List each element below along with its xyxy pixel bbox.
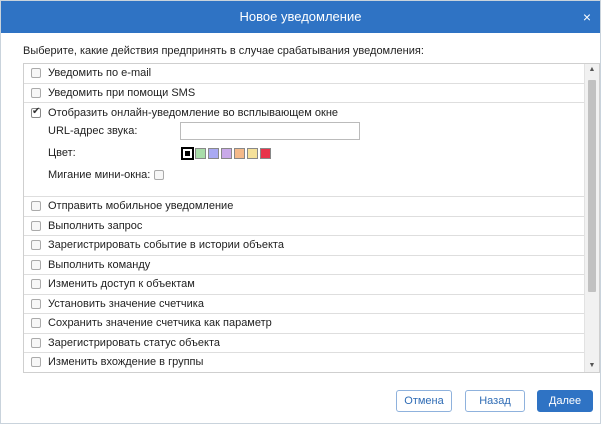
action-row-history[interactable]: Зарегистрировать событие в истории объек… (24, 236, 584, 256)
action-label: Выполнить запрос (48, 219, 143, 232)
action-row-save-counter[interactable]: Сохранить значение счетчика как параметр (24, 314, 584, 334)
action-label: Зарегистрировать событие в истории объек… (48, 239, 284, 252)
checkbox-popup[interactable] (31, 106, 41, 118)
action-label: Зарегистрировать статус объекта (48, 336, 221, 349)
scroll-down-icon[interactable]: ▼ (585, 360, 599, 372)
action-row-email[interactable]: Уведомить по e-mail (24, 64, 584, 84)
action-label: Уведомить по e-mail (48, 67, 152, 80)
checkbox-email[interactable] (31, 68, 41, 79)
dialog-title: Новое уведомление (239, 9, 362, 24)
back-button[interactable]: Назад (465, 390, 525, 412)
checkbox-set-counter[interactable] (31, 298, 41, 309)
sound-url-input[interactable] (180, 122, 360, 140)
actions-list[interactable]: Уведомить по e-mail Уведомить при помощи… (23, 63, 600, 373)
checkbox-access[interactable] (31, 279, 41, 290)
checkbox-blink[interactable] (154, 170, 165, 180)
scroll-thumb[interactable] (588, 80, 596, 292)
action-row-groups[interactable]: Изменить вхождение в группы (24, 353, 584, 372)
action-label: Изменить вхождение в группы (48, 356, 204, 369)
checkbox-command[interactable] (31, 259, 41, 270)
new-notification-dialog: Новое уведомление × Выберите, какие дейс… (0, 0, 601, 424)
action-row-access[interactable]: Изменить доступ к объектам (24, 275, 584, 295)
checkbox-groups[interactable] (31, 357, 41, 368)
checkbox-sms[interactable] (31, 87, 41, 98)
color-swatch[interactable] (221, 147, 232, 159)
sound-url-row: URL-адрес звука: (31, 120, 584, 142)
blink-label: Мигание мини-окна: (48, 169, 151, 181)
sound-url-label: URL-адрес звука: (48, 125, 138, 137)
color-swatch[interactable] (181, 146, 194, 160)
action-row-sms[interactable]: Уведомить при помощи SMS (24, 84, 584, 103)
blink-row: Мигание мини-окна: (31, 164, 584, 186)
action-row-mobile[interactable]: Отправить мобильное уведомление (24, 197, 584, 217)
actions-rows: Уведомить по e-mail Уведомить при помощи… (24, 64, 584, 372)
list-scrollbar[interactable]: ▲ ▼ (584, 64, 599, 372)
color-row: Цвет: (31, 142, 584, 164)
color-swatches (181, 146, 273, 160)
color-swatch[interactable] (208, 147, 219, 159)
action-row-status[interactable]: Зарегистрировать статус объекта (24, 334, 584, 353)
color-swatch[interactable] (247, 147, 258, 159)
next-button[interactable]: Далее (537, 390, 593, 412)
color-label: Цвет: (48, 147, 76, 159)
dialog-titlebar: Новое уведомление × (1, 1, 600, 33)
color-swatch[interactable] (260, 147, 271, 159)
action-label: Установить значение счетчика (48, 297, 204, 310)
action-label: Сохранить значение счетчика как параметр (48, 317, 272, 330)
scroll-up-icon[interactable]: ▲ (585, 64, 599, 76)
action-row-request[interactable]: Выполнить запрос (24, 217, 584, 236)
cancel-button[interactable]: Отмена (396, 390, 452, 412)
action-label: Выполнить команду (48, 258, 151, 271)
action-row-command[interactable]: Выполнить команду (24, 256, 584, 275)
checkbox-save-counter[interactable] (31, 318, 41, 329)
checkbox-history[interactable] (31, 240, 41, 251)
color-swatch[interactable] (234, 147, 245, 159)
checkbox-request[interactable] (31, 220, 41, 231)
action-row-set-counter[interactable]: Установить значение счетчика (24, 295, 584, 314)
action-label: Уведомить при помощи SMS (48, 86, 196, 99)
checkbox-mobile[interactable] (31, 201, 41, 212)
action-row-popup[interactable]: Отобразить онлайн-уведомление во всплыва… (24, 103, 584, 197)
popup-row-head: Отобразить онлайн-уведомление во всплыва… (31, 106, 584, 120)
checkbox-status[interactable] (31, 337, 41, 348)
color-swatch[interactable] (195, 147, 206, 159)
action-label: Изменить доступ к объектам (48, 278, 195, 291)
action-label: Отправить мобильное уведомление (48, 200, 234, 213)
action-label: Отобразить онлайн-уведомление во всплыва… (48, 107, 339, 119)
prompt-text: Выберите, какие действия предпринять в с… (23, 45, 424, 57)
close-icon[interactable]: × (583, 1, 591, 33)
